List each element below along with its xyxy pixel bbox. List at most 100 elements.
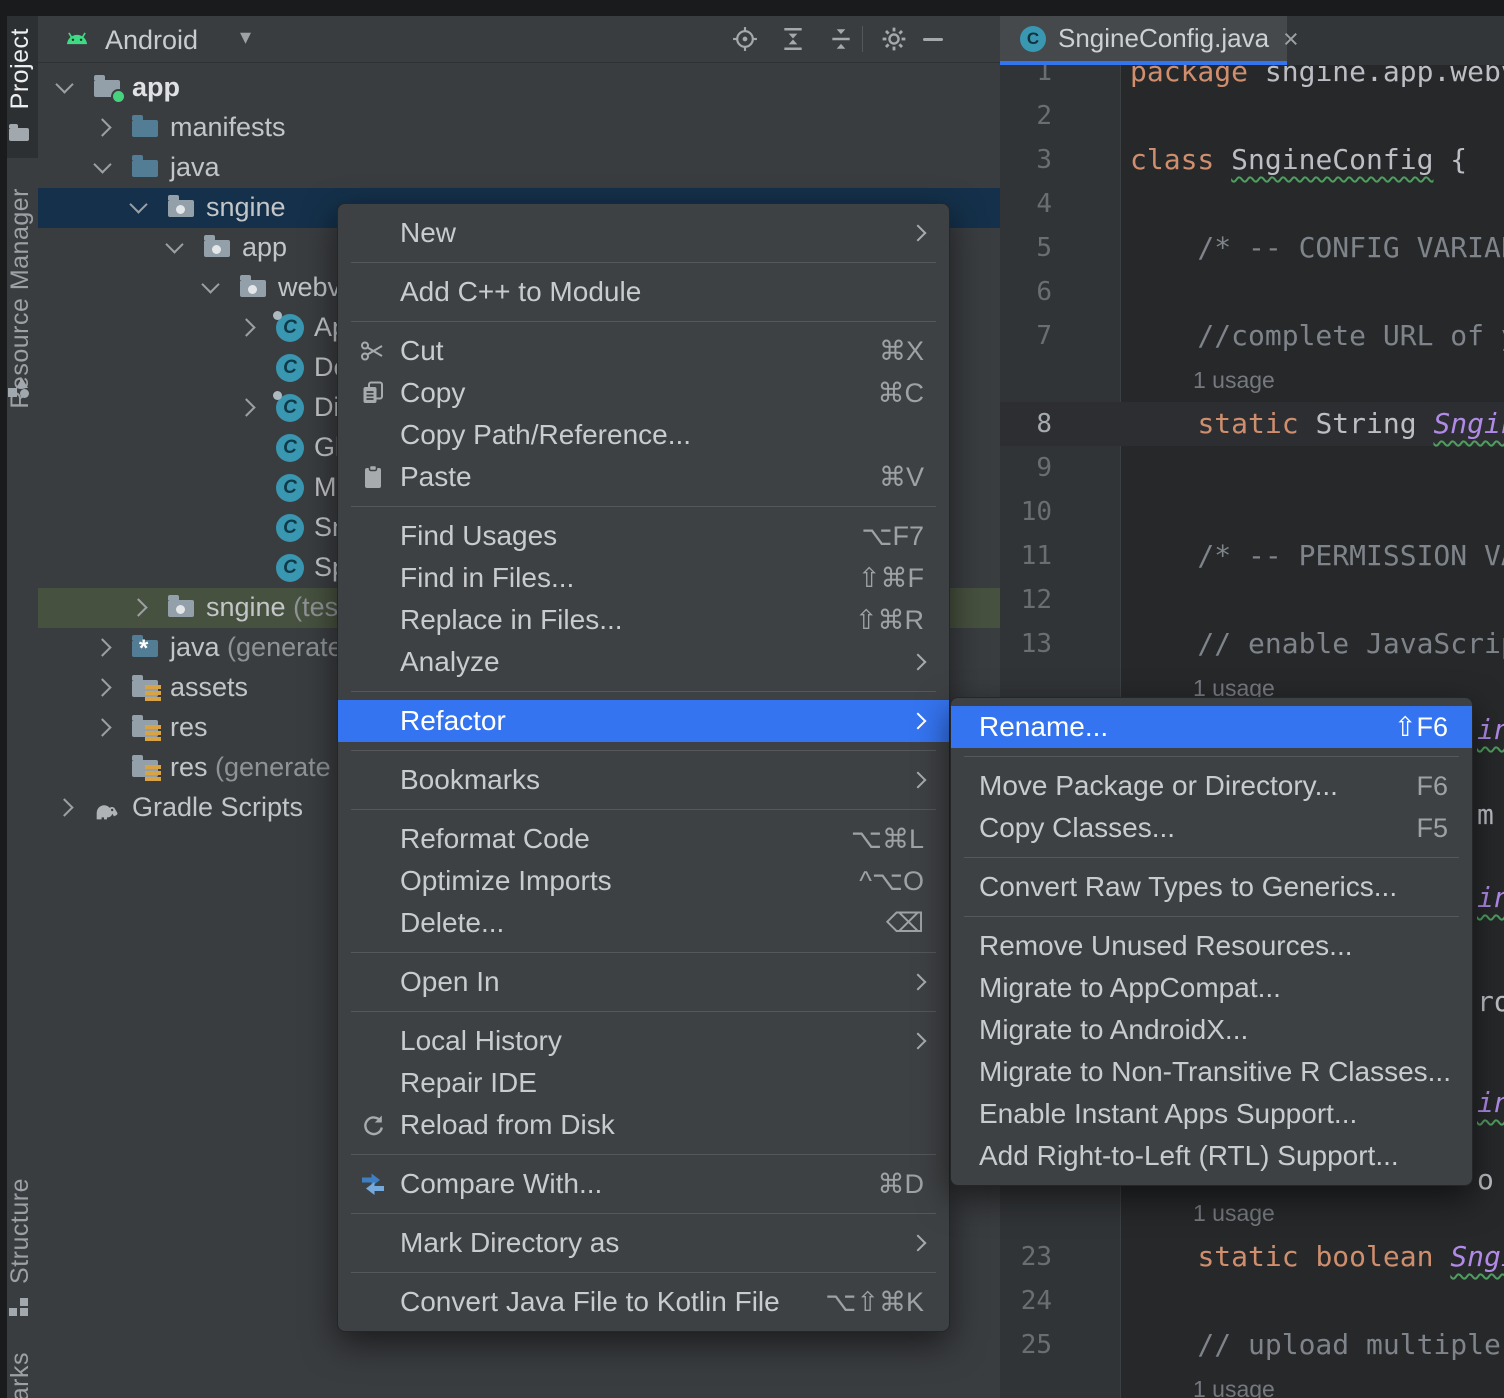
tree-item-label: M bbox=[314, 472, 337, 503]
chevron-right-icon[interactable] bbox=[93, 638, 111, 656]
copy-icon bbox=[360, 380, 386, 406]
menu-separator bbox=[951, 748, 1472, 765]
tree-item-label: sngine bbox=[206, 192, 286, 223]
usage-inlay-hint[interactable]: 1 usage bbox=[1000, 1367, 1504, 1398]
editor-code-top[interactable]: 1package sngine.app.webvi 2 3class Sngin… bbox=[1000, 50, 1504, 710]
menu-separator bbox=[338, 1205, 949, 1222]
chevron-down-icon[interactable] bbox=[93, 155, 111, 173]
window-top-edge bbox=[0, 0, 1504, 16]
menu-item-convert-java-to-kotlin[interactable]: Convert Java File to Kotlin File⌥⇧⌘K bbox=[338, 1281, 949, 1323]
chevron-right-icon bbox=[910, 654, 927, 671]
menu-item-add-cpp-to-module[interactable]: Add C++ to Module bbox=[338, 271, 949, 313]
submenu-item-remove-unused-resources[interactable]: Remove Unused Resources... bbox=[951, 925, 1472, 967]
structure-tool-label[interactable]: Structure bbox=[6, 1178, 35, 1284]
menu-item-copy[interactable]: Copy⌘C bbox=[338, 372, 949, 414]
menu-item-compare-with[interactable]: Compare With...⌘D bbox=[338, 1163, 949, 1205]
bookmarks-tool-label[interactable]: arks bbox=[6, 1352, 35, 1398]
chevron-right-icon[interactable] bbox=[93, 118, 111, 136]
usage-inlay-hint[interactable]: 1 usage bbox=[1000, 1191, 1504, 1235]
android-icon bbox=[64, 28, 90, 54]
chevron-down-icon[interactable]: ▾ bbox=[240, 24, 251, 50]
code-fragment: o bbox=[1477, 1158, 1494, 1202]
tree-item-label: java bbox=[170, 152, 220, 183]
menu-item-repair-ide[interactable]: Repair IDE bbox=[338, 1062, 949, 1104]
close-icon[interactable]: × bbox=[1283, 26, 1299, 52]
submenu-item-convert-raw-types[interactable]: Convert Raw Types to Generics... bbox=[951, 866, 1472, 908]
chevron-right-icon[interactable] bbox=[237, 318, 255, 336]
refactor-submenu: Rename...⇧F6 Move Package or Directory..… bbox=[950, 697, 1473, 1186]
structure-icon[interactable] bbox=[9, 1296, 31, 1318]
tree-item-java[interactable]: java bbox=[38, 148, 1000, 188]
submenu-item-move-package-or-directory[interactable]: Move Package or Directory...F6 bbox=[951, 765, 1472, 807]
scissors-icon bbox=[360, 338, 386, 364]
project-tool-label[interactable]: Project bbox=[6, 28, 35, 109]
menu-separator bbox=[338, 801, 949, 818]
code-line: 2 bbox=[1000, 94, 1504, 138]
project-view-selector[interactable]: Android bbox=[105, 25, 198, 56]
menu-item-local-history[interactable]: Local History bbox=[338, 1020, 949, 1062]
chevron-down-icon[interactable] bbox=[55, 75, 73, 93]
menu-separator bbox=[338, 313, 949, 330]
hide-panel-icon[interactable] bbox=[923, 38, 943, 41]
submenu-item-enable-instant-apps[interactable]: Enable Instant Apps Support... bbox=[951, 1093, 1472, 1135]
collapse-all-icon[interactable] bbox=[828, 26, 854, 52]
chevron-right-icon[interactable] bbox=[93, 678, 111, 696]
resource-manager-tool-label[interactable]: Resource Manager bbox=[6, 188, 35, 409]
class-icon: C bbox=[276, 554, 306, 582]
chevron-right-icon bbox=[910, 713, 927, 730]
chevron-down-icon[interactable] bbox=[129, 195, 147, 213]
chevron-right-icon[interactable] bbox=[93, 718, 111, 736]
menu-item-new[interactable]: New bbox=[338, 212, 949, 254]
tree-item-app[interactable]: app bbox=[38, 68, 1000, 108]
menu-item-refactor[interactable]: Refactor bbox=[338, 700, 949, 742]
submenu-item-migrate-to-androidx[interactable]: Migrate to AndroidX... bbox=[951, 1009, 1472, 1051]
tab-sngineconfig-java[interactable]: C SngineConfig.java × bbox=[1000, 16, 1287, 61]
menu-item-open-in[interactable]: Open In bbox=[338, 961, 949, 1003]
package-folder-icon bbox=[204, 234, 234, 262]
code-fragment: ro bbox=[1477, 980, 1504, 1024]
code-fragment: in bbox=[1477, 708, 1504, 752]
menu-separator bbox=[338, 742, 949, 759]
submenu-item-rename[interactable]: Rename...⇧F6 bbox=[951, 706, 1472, 748]
menu-item-replace-in-files[interactable]: Replace in Files...⇧⌘R bbox=[338, 599, 949, 641]
submenu-item-migrate-to-appcompat[interactable]: Migrate to AppCompat... bbox=[951, 967, 1472, 1009]
menu-separator bbox=[338, 683, 949, 700]
submenu-item-add-rtl-support[interactable]: Add Right-to-Left (RTL) Support... bbox=[951, 1135, 1472, 1177]
menu-item-cut[interactable]: Cut⌘X bbox=[338, 330, 949, 372]
menu-item-delete[interactable]: Delete...⌫ bbox=[338, 902, 949, 944]
submenu-item-migrate-non-transitive-r[interactable]: Migrate to Non-Transitive R Classes... bbox=[951, 1051, 1472, 1093]
code-line: 10 bbox=[1000, 490, 1504, 534]
resource-folder-icon bbox=[132, 714, 162, 742]
class-icon: C bbox=[276, 394, 306, 422]
menu-item-reload-from-disk[interactable]: Reload from Disk bbox=[338, 1104, 949, 1146]
chevron-down-icon[interactable] bbox=[201, 275, 219, 293]
menu-separator bbox=[338, 498, 949, 515]
chevron-right-icon[interactable] bbox=[55, 798, 73, 816]
gear-icon[interactable] bbox=[881, 26, 907, 52]
menu-item-bookmarks[interactable]: Bookmarks bbox=[338, 759, 949, 801]
chevron-right-icon[interactable] bbox=[237, 398, 255, 416]
menu-item-paste[interactable]: Paste⌘V bbox=[338, 456, 949, 498]
menu-item-find-usages[interactable]: Find Usages⌥F7 bbox=[338, 515, 949, 557]
project-folder-icon[interactable] bbox=[9, 128, 29, 141]
package-folder-icon bbox=[240, 274, 270, 302]
resource-manager-icon[interactable] bbox=[8, 378, 30, 400]
tree-item-manifests[interactable]: manifests bbox=[38, 108, 1000, 148]
menu-separator bbox=[338, 1264, 949, 1281]
locate-file-icon[interactable] bbox=[732, 26, 758, 52]
menu-item-copy-path-reference[interactable]: Copy Path/Reference... bbox=[338, 414, 949, 456]
chevron-right-icon bbox=[910, 772, 927, 789]
menu-separator bbox=[338, 1146, 949, 1163]
usage-inlay-hint[interactable]: 1 usage bbox=[1000, 358, 1504, 402]
submenu-item-copy-classes[interactable]: Copy Classes...F5 bbox=[951, 807, 1472, 849]
editor-code-bottom[interactable]: 1 usage 23 static boolean Sngin 24 25 //… bbox=[1000, 1191, 1504, 1398]
menu-item-reformat-code[interactable]: Reformat Code⌥⌘L bbox=[338, 818, 949, 860]
resource-folder-icon bbox=[132, 754, 162, 782]
menu-item-find-in-files[interactable]: Find in Files...⇧⌘F bbox=[338, 557, 949, 599]
menu-item-analyze[interactable]: Analyze bbox=[338, 641, 949, 683]
chevron-right-icon[interactable] bbox=[129, 598, 147, 616]
chevron-down-icon[interactable] bbox=[165, 235, 183, 253]
menu-item-mark-directory-as[interactable]: Mark Directory as bbox=[338, 1222, 949, 1264]
expand-all-icon[interactable] bbox=[780, 26, 806, 52]
menu-item-optimize-imports[interactable]: Optimize Imports^⌥O bbox=[338, 860, 949, 902]
